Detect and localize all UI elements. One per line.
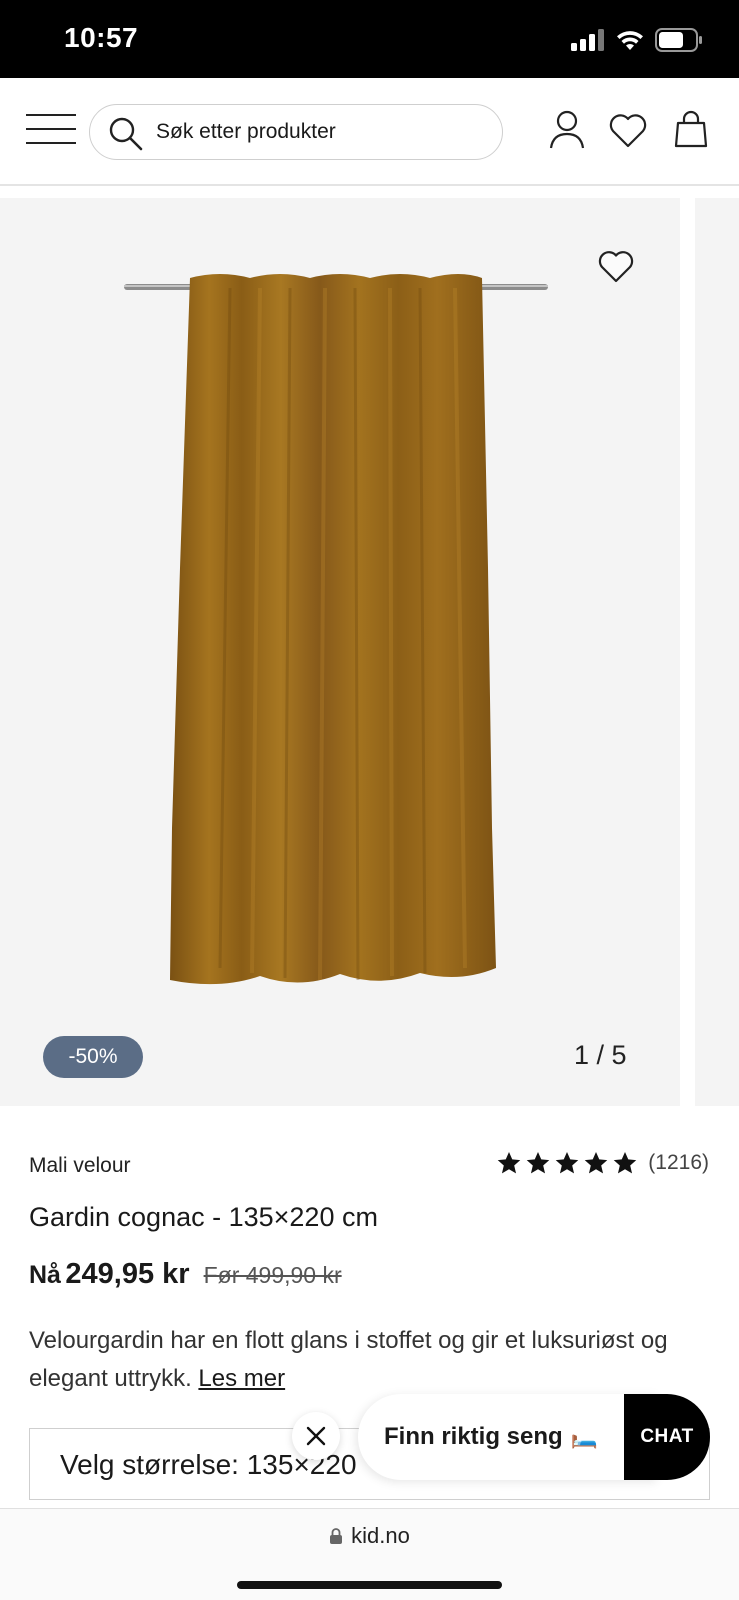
site-header [0, 78, 739, 186]
price-before: Før 499,90 kr [203, 1262, 342, 1288]
url-text: kid.no [351, 1523, 410, 1548]
close-widget-button[interactable] [292, 1412, 340, 1460]
browser-bottom-bar: kid.no [0, 1508, 739, 1600]
search-bar[interactable] [89, 104, 503, 160]
home-indicator[interactable] [237, 1581, 502, 1589]
status-time: 10:57 [64, 22, 139, 53]
lock-icon [330, 1528, 343, 1544]
product-gallery[interactable]: -50% 1 / 5 [0, 198, 739, 1106]
gallery-pager: 1 / 5 [574, 1040, 627, 1070]
product-brand: Mali velour [29, 1154, 131, 1177]
bed-icon: 🛏️ [570, 1424, 599, 1449]
cellular-signal-icon [571, 29, 604, 51]
star-icon [585, 1151, 608, 1174]
address-bar[interactable]: kid.no [0, 1523, 739, 1549]
find-bed-label: Finn riktig seng [384, 1423, 563, 1450]
search-icon [109, 117, 143, 151]
product-description: Velourgardin har en flott glans i stoffe… [29, 1322, 709, 1398]
favorite-heart-icon[interactable] [594, 244, 638, 288]
close-icon [306, 1426, 326, 1446]
discount-badge: -50% [43, 1036, 143, 1078]
price-row: Nå 249,95 kr Før 499,90 kr [29, 1258, 342, 1291]
search-input[interactable] [156, 105, 486, 158]
wishlist-heart-icon[interactable] [606, 108, 650, 152]
price-now: 249,95 kr [65, 1258, 190, 1290]
hamburger-menu-icon[interactable] [26, 114, 76, 148]
status-bar: 10:57 [0, 0, 739, 78]
price-now-label: Nå [29, 1261, 61, 1289]
status-icons [571, 26, 703, 54]
gallery-slide[interactable]: -50% 1 / 5 [0, 198, 680, 1106]
product-title: Gardin cognac - 135×220 cm [29, 1202, 378, 1232]
wifi-icon [617, 31, 643, 50]
star-icon [527, 1151, 550, 1174]
shopping-bag-icon[interactable] [669, 108, 713, 152]
star-icon [498, 1151, 521, 1174]
battery-icon [655, 28, 702, 52]
rating-count: (1216) [648, 1151, 709, 1174]
account-icon[interactable] [545, 108, 589, 152]
product-rating[interactable]: (1216) [496, 1150, 709, 1176]
find-bed-prompt[interactable]: Finn riktig seng 🛏️ [358, 1394, 658, 1480]
chat-button[interactable]: CHAT [624, 1394, 710, 1480]
star-icon [556, 1151, 579, 1174]
gallery-next-slide[interactable] [695, 198, 739, 1106]
star-icon [614, 1151, 637, 1174]
description-text: Velourgardin har en flott glans i stoffe… [29, 1327, 668, 1392]
rating-stars [496, 1150, 638, 1176]
read-more-link[interactable]: Les mer [198, 1365, 285, 1392]
product-image-curtain [124, 274, 548, 985]
